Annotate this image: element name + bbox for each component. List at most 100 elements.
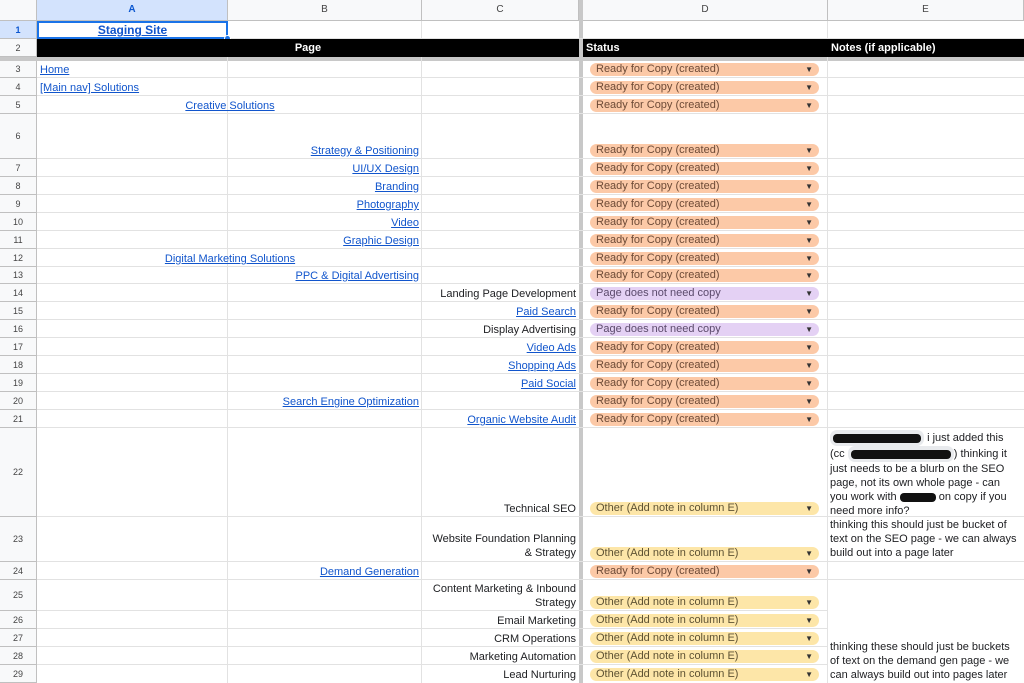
column-header-b[interactable]: B — [228, 0, 422, 21]
note-text: thinking these should just be buckets — [830, 641, 1010, 653]
note-text: on copy if you — [938, 491, 1007, 503]
row-header[interactable]: 19 — [0, 374, 37, 392]
status-dropdown[interactable]: Ready for Copy (created) ▼ — [590, 359, 819, 372]
status-value: Ready for Copy (created) — [596, 198, 720, 210]
row-header[interactable]: 28 — [0, 647, 37, 665]
cell-a1-selected[interactable]: Staging Site — [37, 21, 228, 39]
note-row-22[interactable]: i just added this (cc ) thinking it just… — [830, 430, 1022, 518]
person-mention-chip[interactable] — [830, 430, 924, 446]
page-link-main-nav-solutions[interactable]: [Main nav] Solutions — [40, 80, 225, 96]
row-header[interactable]: 29 — [0, 665, 37, 683]
status-dropdown[interactable]: Ready for Copy (created) ▼ — [590, 413, 819, 426]
gridline — [37, 194, 1024, 195]
status-dropdown[interactable]: Ready for Copy (created) ▼ — [590, 341, 819, 354]
row-header[interactable]: 2 — [0, 39, 37, 57]
row-header[interactable]: 22 — [0, 428, 37, 517]
chevron-down-icon: ▼ — [805, 271, 813, 280]
page-link-graphic-design[interactable]: Graphic Design — [230, 233, 419, 249]
row-header[interactable]: 12 — [0, 249, 37, 267]
page-link-video[interactable]: Video — [230, 215, 419, 231]
page-link-home[interactable]: Home — [40, 62, 225, 78]
status-dropdown[interactable]: Ready for Copy (created) ▼ — [590, 234, 819, 247]
page-link-video-ads[interactable]: Video Ads — [424, 340, 576, 356]
page-link-ppc-digital-advertising[interactable]: PPC & Digital Advertising — [230, 268, 420, 284]
row-header[interactable]: 21 — [0, 410, 37, 428]
status-dropdown[interactable]: Ready for Copy (created) ▼ — [590, 395, 819, 408]
row-header[interactable]: 15 — [0, 302, 37, 320]
status-dropdown[interactable]: Ready for Copy (created) ▼ — [590, 180, 819, 193]
status-dropdown[interactable]: Ready for Copy (created) ▼ — [590, 269, 819, 282]
select-all-corner[interactable] — [0, 0, 37, 21]
column-header-d[interactable]: D — [583, 0, 828, 21]
row-header[interactable]: 11 — [0, 231, 37, 249]
note-text: (cc — [830, 447, 845, 460]
status-dropdown[interactable]: Ready for Copy (created) ▼ — [590, 252, 819, 265]
status-dropdown[interactable]: Ready for Copy (created) ▼ — [590, 305, 819, 318]
page-link-demand-generation[interactable]: Demand Generation — [230, 564, 419, 580]
status-dropdown[interactable]: Ready for Copy (created) ▼ — [590, 198, 819, 211]
row-header[interactable]: 16 — [0, 320, 37, 338]
status-dropdown[interactable]: Other (Add note in column E) ▼ — [590, 632, 819, 645]
page-link-shopping-ads[interactable]: Shopping Ads — [424, 358, 576, 374]
status-dropdown[interactable]: Other (Add note in column E) ▼ — [590, 502, 819, 515]
column-header-a[interactable]: A — [37, 0, 228, 21]
row-header[interactable]: 1 — [0, 21, 37, 39]
row-header[interactable]: 4 — [0, 78, 37, 96]
status-value: Ready for Copy (created) — [596, 565, 720, 577]
note-text: text on the SEO page - we can always — [830, 533, 1017, 545]
row-header[interactable]: 13 — [0, 267, 37, 284]
status-dropdown[interactable]: Ready for Copy (created) ▼ — [590, 99, 819, 112]
column-header-e[interactable]: E — [828, 0, 1024, 21]
status-dropdown[interactable]: Other (Add note in column E) ▼ — [590, 547, 819, 560]
status-dropdown[interactable]: Ready for Copy (created) ▼ — [590, 81, 819, 94]
status-dropdown[interactable]: Ready for Copy (created) ▼ — [590, 377, 819, 390]
status-dropdown[interactable]: Other (Add note in column E) ▼ — [590, 596, 819, 609]
person-mention-chip[interactable] — [847, 446, 954, 462]
page-link-organic-website-audit[interactable]: Organic Website Audit — [424, 412, 576, 428]
status-dropdown[interactable]: Page does not need copy ▼ — [590, 287, 819, 300]
page-link-paid-social[interactable]: Paid Social — [424, 376, 576, 392]
row-header[interactable]: 26 — [0, 611, 37, 629]
status-dropdown[interactable]: Ready for Copy (created) ▼ — [590, 565, 819, 578]
row-header[interactable]: 5 — [0, 96, 37, 114]
row-header[interactable]: 9 — [0, 195, 37, 213]
status-dropdown[interactable]: Other (Add note in column E) ▼ — [590, 614, 819, 627]
staging-site-link[interactable]: Staging Site — [98, 23, 167, 37]
row-header[interactable]: 20 — [0, 392, 37, 410]
status-dropdown[interactable]: Ready for Copy (created) ▼ — [590, 162, 819, 175]
status-dropdown[interactable]: Ready for Copy (created) ▼ — [590, 144, 819, 157]
row-header[interactable]: 27 — [0, 629, 37, 647]
chevron-down-icon: ▼ — [805, 65, 813, 74]
page-link-strategy-positioning[interactable]: Strategy & Positioning — [230, 143, 419, 159]
page-link-paid-search[interactable]: Paid Search — [424, 304, 576, 320]
row-header[interactable]: 8 — [0, 177, 37, 195]
row-header[interactable]: 14 — [0, 284, 37, 302]
chevron-down-icon: ▼ — [805, 397, 813, 406]
row-header[interactable]: 18 — [0, 356, 37, 374]
row-header[interactable]: 25 — [0, 580, 37, 611]
status-dropdown[interactable]: Other (Add note in column E) ▼ — [590, 650, 819, 663]
status-dropdown[interactable]: Ready for Copy (created) ▼ — [590, 63, 819, 76]
status-dropdown[interactable]: Other (Add note in column E) ▼ — [590, 668, 819, 681]
column-header-c[interactable]: C — [422, 0, 579, 21]
row-header[interactable]: 17 — [0, 338, 37, 356]
note-row-23[interactable]: thinking this should just be bucket of t… — [830, 518, 1024, 560]
row-header[interactable]: 10 — [0, 213, 37, 231]
status-dropdown[interactable]: Page does not need copy ▼ — [590, 323, 819, 336]
frozen-row-divider[interactable] — [0, 57, 1024, 61]
row-header[interactable]: 6 — [0, 114, 37, 159]
row-header[interactable]: 23 — [0, 517, 37, 562]
status-dropdown[interactable]: Ready for Copy (created) ▼ — [590, 216, 819, 229]
page-link-creative-solutions[interactable]: Creative Solutions — [150, 98, 310, 114]
row-header[interactable]: 3 — [0, 61, 37, 78]
page-link-search-engine-optimization[interactable]: Search Engine Optimization — [230, 394, 419, 410]
page-link-ui-ux-design[interactable]: UI/UX Design — [230, 161, 419, 177]
row-header[interactable]: 7 — [0, 159, 37, 177]
page-link-digital-marketing-solutions[interactable]: Digital Marketing Solutions — [130, 251, 330, 267]
page-link-branding[interactable]: Branding — [230, 179, 419, 195]
note-rows-25-29[interactable]: thinking these should just be buckets of… — [830, 640, 1024, 682]
page-link-photography[interactable]: Photography — [230, 197, 419, 213]
row-header[interactable]: 24 — [0, 562, 37, 580]
frozen-column-divider[interactable] — [579, 0, 583, 683]
spreadsheet[interactable]: A B C D E 1 2 3 4 5 6 7 8 9 10 11 12 13 … — [0, 0, 1024, 683]
